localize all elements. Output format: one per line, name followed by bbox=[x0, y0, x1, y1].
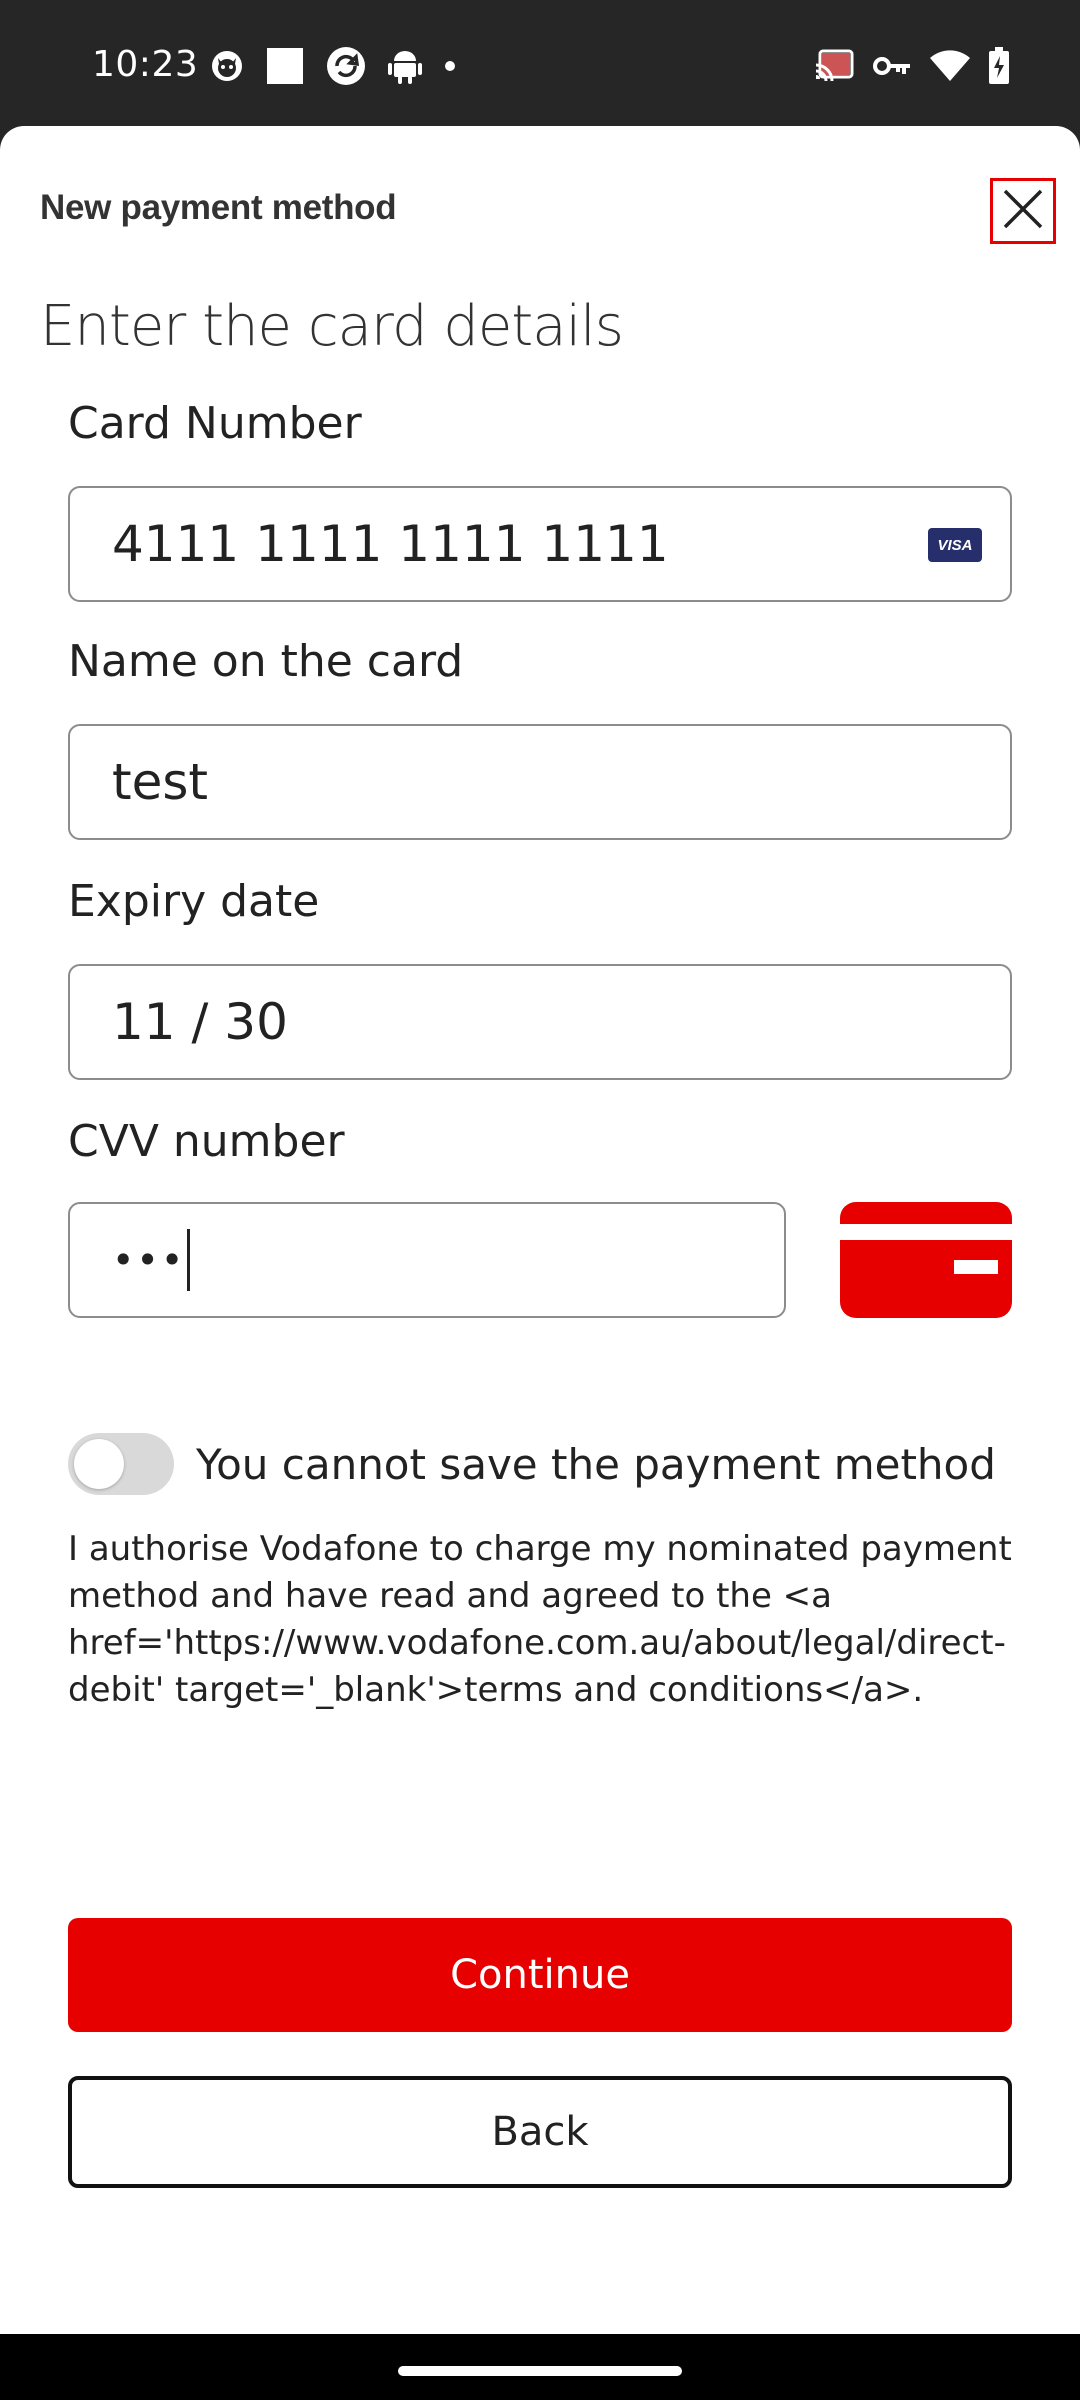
white-square-icon bbox=[266, 47, 304, 90]
name-value: test bbox=[112, 753, 209, 811]
save-method-toggle[interactable] bbox=[68, 1433, 174, 1495]
name-input[interactable]: test bbox=[68, 724, 1012, 840]
consent-text: I authorise Vodafone to charge my nomina… bbox=[68, 1529, 1012, 1710]
cvv-input[interactable]: ••• bbox=[68, 1202, 786, 1318]
home-gesture-handle[interactable] bbox=[398, 2366, 682, 2376]
expiry-input[interactable]: 11 / 30 bbox=[68, 964, 1012, 1080]
card-number-input[interactable]: 4111 1111 1111 1111 VISA bbox=[68, 486, 1012, 602]
status-bar: 10:23 bbox=[0, 0, 1080, 126]
battery-charging-icon bbox=[988, 46, 1010, 90]
cvv-label: CVV number bbox=[68, 1116, 345, 1167]
system-icons bbox=[814, 46, 1010, 90]
toggle-knob bbox=[74, 1439, 124, 1489]
save-method-label: You cannot save the payment method bbox=[196, 1439, 996, 1489]
save-method-row: You cannot save the payment method bbox=[68, 1432, 996, 1496]
sheet-title: New payment method bbox=[40, 188, 397, 227]
card-number-value: 4111 1111 1111 1111 bbox=[112, 515, 669, 573]
notification-icons bbox=[210, 46, 456, 91]
expiry-value: 11 / 30 bbox=[112, 993, 288, 1051]
sync-circle-icon bbox=[326, 46, 366, 91]
name-label: Name on the card bbox=[68, 636, 464, 687]
vpn-key-icon bbox=[872, 54, 912, 83]
text-cursor bbox=[187, 1229, 191, 1291]
page-heading: Enter the card details bbox=[40, 294, 624, 359]
payment-sheet: New payment method Enter the card detail… bbox=[0, 126, 1080, 2334]
cast-icon bbox=[814, 49, 854, 88]
visa-icon: VISA bbox=[928, 528, 982, 562]
status-time: 10:23 bbox=[92, 44, 199, 85]
close-button[interactable] bbox=[990, 178, 1056, 244]
wifi-icon bbox=[930, 49, 970, 87]
back-button[interactable]: Back bbox=[68, 2076, 1012, 2188]
close-icon bbox=[1002, 188, 1044, 235]
card-back-icon bbox=[840, 1202, 1012, 1318]
dot-icon bbox=[444, 59, 456, 77]
android-icon bbox=[388, 47, 422, 90]
card-number-label: Card Number bbox=[68, 398, 362, 449]
cvv-value: ••• bbox=[112, 1238, 186, 1282]
expiry-label: Expiry date bbox=[68, 876, 320, 927]
cat-face-icon bbox=[210, 49, 244, 88]
continue-button[interactable]: Continue bbox=[68, 1918, 1012, 2032]
